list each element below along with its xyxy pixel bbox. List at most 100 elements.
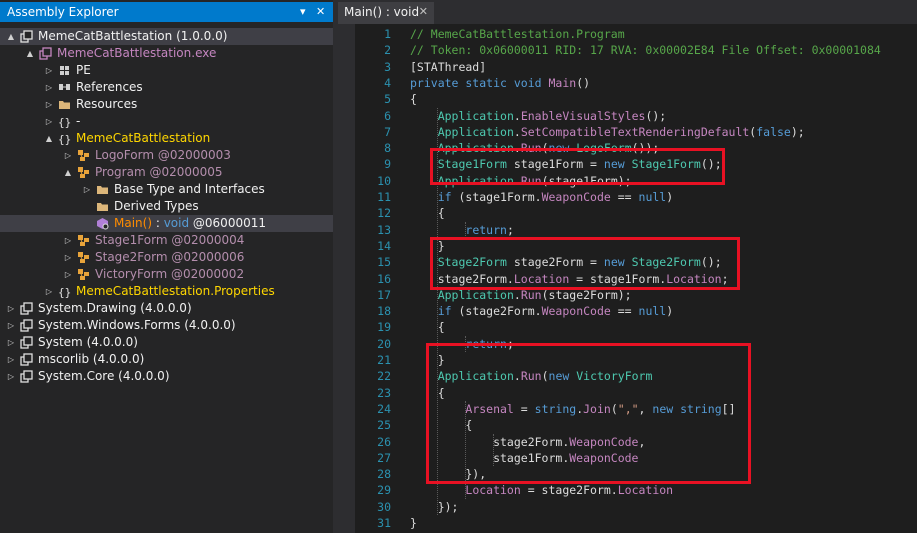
line-number: 28	[377, 467, 391, 482]
tree-node-label: Base Type and Interfaces	[114, 182, 265, 196]
class-icon	[77, 268, 90, 281]
expand-arrow-icon[interactable]: ▷	[44, 113, 54, 130]
tree-node-label: MemeCatBattlestation (1.0.0.0)	[38, 29, 228, 43]
tree-node[interactable]: ▷ System (4.0.0.0)	[0, 334, 333, 351]
tree-node[interactable]: ▲ {} MemeCatBattlestation	[0, 130, 333, 147]
line-number: 10	[377, 173, 391, 188]
tree-node[interactable]: ▷ System.Core (4.0.0.0)	[0, 368, 333, 385]
expand-arrow-icon[interactable]: ▷	[6, 300, 16, 317]
tree-node[interactable]: ▷ System.Drawing (4.0.0.0)	[0, 300, 333, 317]
tree-node-label: System.Core (4.0.0.0)	[38, 369, 170, 383]
svg-text:{}: {}	[58, 116, 71, 128]
tree-node[interactable]: ▷ References	[0, 79, 333, 96]
code-line[interactable]: Application.SetCompatibleTextRenderingDe…	[410, 124, 805, 140]
panel-splitter[interactable]	[333, 0, 338, 533]
tree-node-label: Derived Types	[114, 199, 199, 213]
expand-arrow-icon[interactable]	[82, 198, 92, 215]
expand-arrow-icon[interactable]: ▷	[44, 79, 54, 96]
tree-node[interactable]: ▷ VictoryForm @02000002	[0, 266, 333, 283]
code-line[interactable]: Application.EnableVisualStyles();	[410, 108, 667, 124]
editor-tabbar: Main() : void ✕	[338, 0, 917, 24]
tree-node[interactable]: ▷ {} MemeCatBattlestation.Properties	[0, 283, 333, 300]
collapse-arrow-icon[interactable]: ▲	[44, 130, 54, 147]
collapse-arrow-icon[interactable]: ▲	[25, 45, 35, 62]
code-line[interactable]: {	[410, 91, 417, 107]
assembly-icon	[20, 319, 33, 332]
panel-close-icon[interactable]: ✕	[316, 2, 325, 22]
expand-arrow-icon[interactable]: ▷	[6, 317, 16, 334]
tree-node[interactable]: ▲ Program @02000005	[0, 164, 333, 181]
expand-arrow-icon[interactable]: ▷	[63, 249, 73, 266]
namespace-icon: {}	[58, 115, 71, 129]
line-number: 7	[384, 124, 391, 139]
tree-node-label: mscorlib (4.0.0.0)	[38, 352, 145, 366]
expand-arrow-icon[interactable]: ▷	[6, 334, 16, 351]
expand-arrow-icon[interactable]: ▷	[44, 283, 54, 300]
expand-arrow-icon[interactable]: ▷	[63, 266, 73, 283]
tab-close-icon[interactable]: ✕	[419, 2, 428, 22]
tree-node-label: Stage2Form @02000006	[95, 250, 245, 264]
annotation-highlight-box	[430, 237, 740, 290]
line-number: 29	[377, 483, 391, 498]
line-number: 27	[377, 450, 391, 465]
line-number: 4	[384, 75, 391, 90]
code-editor[interactable]: 1 // MemeCatBattlestation.Program 2 // Toke…	[355, 24, 917, 533]
code-line[interactable]: if (stage2Form.WeaponCode == null)	[410, 303, 673, 319]
tree-node[interactable]: ▲ MemeCatBattlestation (1.0.0.0)	[0, 28, 333, 45]
tree-node[interactable]: ▷ PE	[0, 62, 333, 79]
expand-arrow-icon[interactable]: ▷	[6, 351, 16, 368]
tree-node[interactable]: ▷ LogoForm @02000003	[0, 147, 333, 164]
expand-arrow-icon[interactable]: ▷	[44, 62, 54, 79]
collapse-arrow-icon[interactable]: ▲	[63, 164, 73, 181]
tree-node[interactable]: ▲ MemeCatBattlestation.exe	[0, 45, 333, 62]
line-number: 25	[377, 418, 391, 433]
tree-node[interactable]: ▷ {} -	[0, 113, 333, 130]
panel-menu-icon[interactable]: ▾	[300, 2, 306, 22]
annotation-highlight-box	[426, 343, 751, 484]
annotation-highlight-box	[430, 148, 725, 185]
code-line[interactable]: [STAThread]	[410, 59, 486, 75]
expand-arrow-icon[interactable]: ▷	[63, 147, 73, 164]
code-line[interactable]: if (stage1Form.WeaponCode == null)	[410, 189, 673, 205]
expand-arrow-icon[interactable]: ▷	[82, 181, 92, 198]
tree-node[interactable]: ▷ mscorlib (4.0.0.0)	[0, 351, 333, 368]
expand-arrow-icon[interactable]: ▷	[44, 96, 54, 113]
code-line[interactable]: });	[410, 499, 459, 515]
line-number: 14	[377, 238, 391, 253]
assembly-icon	[20, 302, 33, 315]
tree-node[interactable]: ▷ Base Type and Interfaces	[0, 181, 333, 198]
code-line[interactable]: {	[410, 319, 445, 335]
code-line[interactable]: }	[410, 515, 417, 531]
line-number: 24	[377, 401, 391, 416]
folder-icon	[96, 183, 109, 196]
code-line[interactable]: {	[410, 205, 445, 221]
tab-main[interactable]: Main() : void ✕	[338, 2, 434, 24]
collapse-arrow-icon[interactable]: ▲	[6, 28, 16, 45]
class-icon	[77, 149, 90, 162]
tree-node[interactable]: ▷ Stage2Form @02000006	[0, 249, 333, 266]
line-number: 31	[377, 516, 391, 530]
svg-text:{}: {}	[58, 286, 71, 298]
editor-margin	[347, 24, 355, 533]
line-number: 3	[384, 59, 391, 74]
tree-node-label: Main() : void @06000011	[114, 216, 266, 230]
tree-node[interactable]: Main() : void @06000011	[0, 215, 333, 232]
line-number: 2	[384, 43, 391, 58]
expand-arrow-icon[interactable]: ▷	[63, 232, 73, 249]
line-number: 8	[384, 141, 391, 156]
assembly-icon	[20, 370, 33, 383]
code-line[interactable]: return;	[410, 222, 513, 238]
line-number: 6	[384, 108, 391, 123]
code-line[interactable]: private static void Main()	[410, 75, 590, 91]
line-number: 22	[377, 369, 391, 384]
code-line[interactable]: // Token: 0x06000011 RID: 17 RVA: 0x0000…	[410, 42, 881, 58]
code-line[interactable]: // MemeCatBattlestation.Program	[410, 26, 625, 42]
expand-arrow-icon[interactable]	[82, 215, 92, 232]
expand-arrow-icon[interactable]: ▷	[6, 368, 16, 385]
tree-node[interactable]: ▷ Resources	[0, 96, 333, 113]
line-number: 15	[377, 255, 391, 270]
tree-node[interactable]: ▷ System.Windows.Forms (4.0.0.0)	[0, 317, 333, 334]
tree-node[interactable]: Derived Types	[0, 198, 333, 215]
code-line[interactable]: Location = stage2Form.Location	[410, 482, 673, 498]
tree-node[interactable]: ▷ Stage1Form @02000004	[0, 232, 333, 249]
